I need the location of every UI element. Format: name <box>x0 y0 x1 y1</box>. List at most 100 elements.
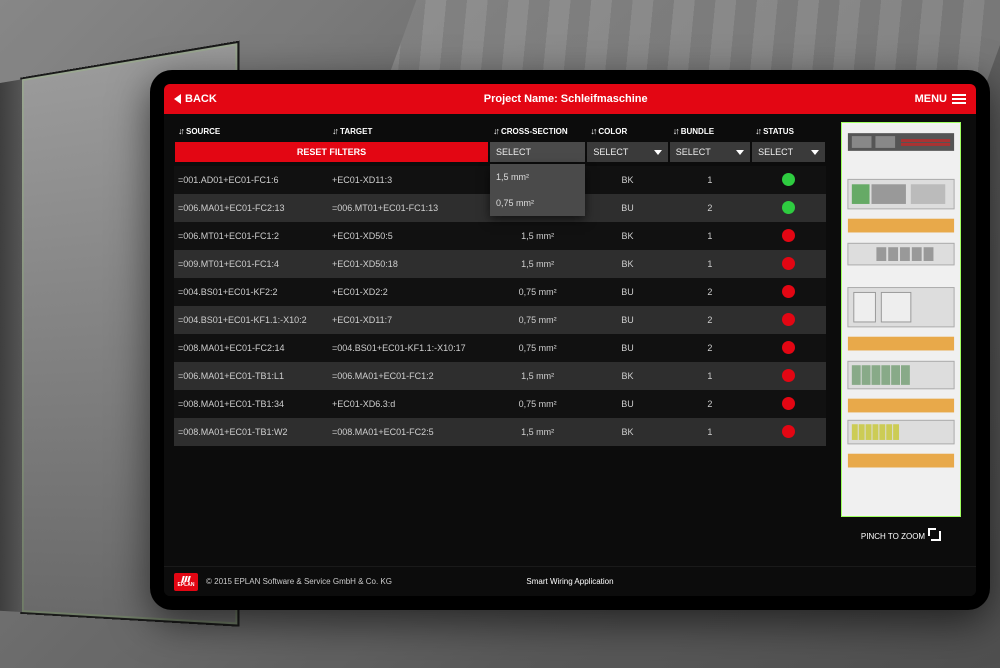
table-row[interactable]: =009.MT01+EC01-FC1:4+EC01-XD50:181,5 mm²… <box>174 250 826 278</box>
cross-section-filter[interactable]: SELECT <box>490 142 585 162</box>
dropdown-option[interactable]: 1,5 mm² <box>490 164 585 190</box>
cell-target: =006.MT01+EC01-FC1:13 <box>328 194 489 222</box>
cell-source: =004.BS01+EC01-KF1.1:-X10:2 <box>174 306 328 334</box>
footer-bar: EPLAN © 2015 EPLAN Software & Service Gm… <box>164 566 976 596</box>
panel-preview: PINCH TO ZOOM <box>836 120 966 562</box>
cell-source: =008.MA01+EC01-FC2:14 <box>174 334 328 362</box>
cell-status <box>751 390 826 418</box>
status-dot-red <box>782 341 795 354</box>
cell-bundle: 2 <box>669 194 751 222</box>
sort-icon: ↓↑ <box>755 126 760 136</box>
cell-status <box>751 306 826 334</box>
top-bar: BACK Project Name: Schleifmaschine MENU <box>164 84 976 114</box>
col-status[interactable]: ↓↑STATUS <box>751 120 826 142</box>
select-label: SELECT <box>676 147 711 157</box>
cabinet-layout-svg[interactable] <box>841 122 961 517</box>
table-row[interactable]: =006.MA01+EC01-TB1:L1=006.MA01+EC01-FC1:… <box>174 362 826 390</box>
cell-status <box>751 278 826 306</box>
sort-icon: ↓↑ <box>178 126 183 136</box>
cell-bundle: 1 <box>669 362 751 390</box>
status-filter[interactable]: SELECT <box>752 142 825 162</box>
back-button[interactable]: BACK <box>174 93 217 105</box>
cell-source: =008.MA01+EC01-TB1:W2 <box>174 418 328 446</box>
page-title: Project Name: Schleifmaschine <box>217 93 915 105</box>
sort-icon: ↓↑ <box>673 126 678 136</box>
cell-color: BK <box>586 166 668 194</box>
cell-source: =006.MA01+EC01-TB1:L1 <box>174 362 328 390</box>
status-dot-red <box>782 313 795 326</box>
sort-icon: ↓↑ <box>493 126 498 136</box>
tablet-frame: BACK Project Name: Schleifmaschine MENU <box>150 70 990 610</box>
cell-source: =006.MT01+EC01-FC1:2 <box>174 222 328 250</box>
table-row[interactable]: =008.MA01+EC01-TB1:34+EC01-XD6.3:d0,75 m… <box>174 390 826 418</box>
cell-color: BK <box>586 250 668 278</box>
select-label: SELECT <box>758 147 793 157</box>
select-label: SELECT <box>496 147 531 157</box>
col-target[interactable]: ↓↑TARGET <box>328 120 489 142</box>
cell-section: 0,75 mm² <box>489 390 586 418</box>
cell-section: 1,5 mm² <box>489 222 586 250</box>
cell-section: 0,75 mm² <box>489 334 586 362</box>
reset-label: RESET FILTERS <box>297 147 366 157</box>
copyright-text: © 2015 EPLAN Software & Service GmbH & C… <box>206 577 392 586</box>
select-label: SELECT <box>593 147 628 157</box>
cell-source: =006.MA01+EC01-FC2:13 <box>174 194 328 222</box>
col-section[interactable]: ↓↑CROSS-SECTION <box>489 120 586 142</box>
cell-section: 0,75 mm² <box>489 278 586 306</box>
cell-target: =004.BS01+EC01-KF1.1:-X10:17 <box>328 334 489 362</box>
cell-bundle: 1 <box>669 250 751 278</box>
status-dot-green <box>782 201 795 214</box>
cell-section: 0,75 mm² <box>489 306 586 334</box>
cell-section: 1,5 mm² <box>489 418 586 446</box>
cell-bundle: 1 <box>669 418 751 446</box>
chevron-down-icon <box>654 150 662 155</box>
cell-bundle: 2 <box>669 306 751 334</box>
cell-color: BK <box>586 362 668 390</box>
table-row[interactable]: =008.MA01+EC01-FC2:14=004.BS01+EC01-KF1.… <box>174 334 826 362</box>
cell-bundle: 2 <box>669 390 751 418</box>
table-row[interactable]: =004.BS01+EC01-KF1.1:-X10:2+EC01-XD11:70… <box>174 306 826 334</box>
eplan-logo: EPLAN <box>174 573 198 591</box>
col-bundle[interactable]: ↓↑BUNDLE <box>669 120 751 142</box>
status-dot-red <box>782 229 795 242</box>
cell-color: BU <box>586 390 668 418</box>
cell-bundle: 2 <box>669 334 751 362</box>
color-filter[interactable]: SELECT <box>587 142 667 162</box>
table-row[interactable]: =006.MT01+EC01-FC1:2+EC01-XD50:51,5 mm²B… <box>174 222 826 250</box>
cell-status <box>751 166 826 194</box>
expand-icon <box>931 531 941 541</box>
cell-target: +EC01-XD11:7 <box>328 306 489 334</box>
cell-target: +EC01-XD11:3 <box>328 166 489 194</box>
chevron-down-icon <box>736 150 744 155</box>
cell-target: =008.MA01+EC01-FC2:5 <box>328 418 489 446</box>
cell-status <box>751 222 826 250</box>
chevron-left-icon <box>174 94 181 104</box>
cell-status <box>751 250 826 278</box>
menu-button[interactable]: MENU <box>915 93 966 105</box>
cell-section: 1,5 mm² <box>489 362 586 390</box>
cell-target: +EC01-XD50:5 <box>328 222 489 250</box>
table-row[interactable]: =004.BS01+EC01-KF2:2+EC01-XD2:20,75 mm²B… <box>174 278 826 306</box>
col-source[interactable]: ↓↑SOURCE <box>174 120 328 142</box>
cell-target: +EC01-XD6.3:d <box>328 390 489 418</box>
col-color[interactable]: ↓↑COLOR <box>586 120 668 142</box>
reset-filters-button[interactable]: RESET FILTERS <box>175 142 488 162</box>
cell-target: +EC01-XD50:18 <box>328 250 489 278</box>
cell-bundle: 1 <box>669 166 751 194</box>
hamburger-icon <box>952 94 966 104</box>
cell-color: BU <box>586 194 668 222</box>
cell-color: BU <box>586 278 668 306</box>
status-dot-green <box>782 173 795 186</box>
table-row[interactable]: =008.MA01+EC01-TB1:W2=008.MA01+EC01-FC2:… <box>174 418 826 446</box>
cell-color: BU <box>586 306 668 334</box>
cell-source: =009.MT01+EC01-FC1:4 <box>174 250 328 278</box>
sort-icon: ↓↑ <box>590 126 595 136</box>
cell-target: =006.MA01+EC01-FC1:2 <box>328 362 489 390</box>
bundle-filter[interactable]: SELECT <box>670 142 750 162</box>
dropdown-option[interactable]: 0,75 mm² <box>490 190 585 216</box>
app-name: Smart Wiring Application <box>526 577 613 586</box>
wiring-table: RESET FILTERS SELECT 1,5 mm² 0,75 mm² <box>174 120 826 562</box>
pinch-to-zoom-hint: PINCH TO ZOOM <box>861 531 941 541</box>
status-dot-red <box>782 425 795 438</box>
chevron-down-icon <box>811 150 819 155</box>
